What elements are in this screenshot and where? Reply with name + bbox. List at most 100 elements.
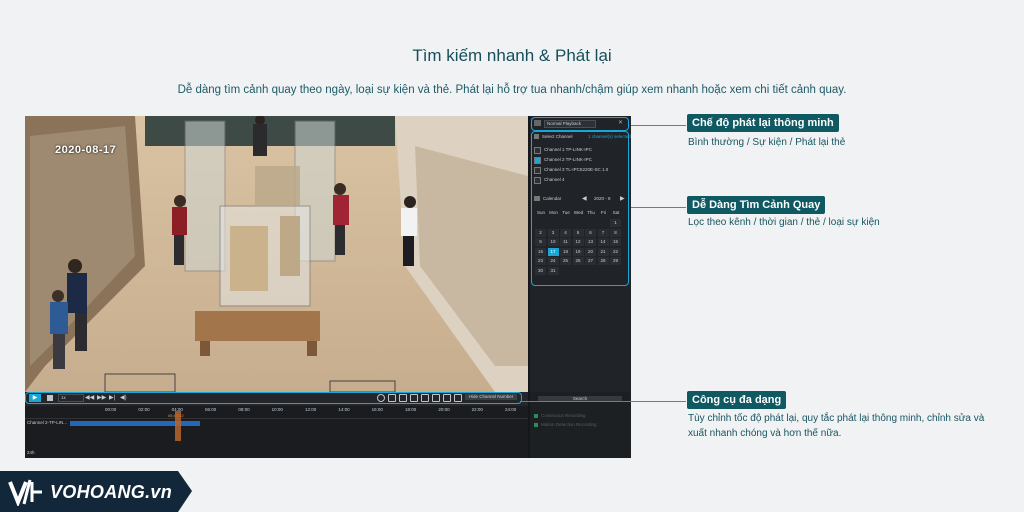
callout-desc-3b: xuất nhanh chóng và hơn thế nữa. xyxy=(688,428,842,439)
select-channel-label: Select Channel xyxy=(542,134,573,139)
calendar-prev-icon[interactable]: ◀ xyxy=(582,195,587,202)
callout-line-2 xyxy=(631,207,686,208)
legend-continuous-swatch xyxy=(534,414,538,418)
timeline-hour-label: 14:00 xyxy=(338,407,350,412)
timeline-hour-label: 00:00 xyxy=(105,407,117,412)
scissors-icon[interactable] xyxy=(421,394,429,402)
channel-item[interactable]: Channel 3 TL-IPC5220E-SC 1.0 xyxy=(534,166,626,174)
calendar-day[interactable]: 17 xyxy=(547,247,559,256)
timeline-hour-label: 22:00 xyxy=(471,407,483,412)
weekday-label: Tue xyxy=(562,210,570,215)
stop-square-icon[interactable] xyxy=(388,394,396,402)
timeline-hour-label: 02:00 xyxy=(138,407,150,412)
hide-channel-button[interactable]: Hide Channel Number xyxy=(465,394,517,400)
calendar-day[interactable]: 10 xyxy=(547,238,559,247)
calendar-day[interactable]: 25 xyxy=(560,257,571,266)
calendar-day[interactable]: 7 xyxy=(597,228,609,237)
calendar-day[interactable]: 24 xyxy=(547,257,559,266)
calendar-day[interactable]: 8 xyxy=(610,228,621,237)
channel-checkbox[interactable] xyxy=(534,177,541,184)
channel-label: Channel 1 TP-LINK-IPC xyxy=(544,147,592,152)
calendar-day[interactable]: 12 xyxy=(572,238,584,247)
calendar-day[interactable]: 26 xyxy=(572,257,584,266)
calendar-day[interactable]: 9 xyxy=(535,238,546,247)
legend-continuous: Continuous Recording xyxy=(541,413,586,418)
weekday-label: Wed xyxy=(573,210,584,215)
calendar-day[interactable]: 28 xyxy=(597,257,609,266)
timeline-channel-label: Channel 2-TP-LIN... xyxy=(27,420,68,425)
clock-icon[interactable] xyxy=(377,394,385,402)
channel-item[interactable]: Channel 4 xyxy=(534,176,626,184)
legend-motion: Motion Detection Recording xyxy=(541,422,597,427)
calendar-day[interactable]: 4 xyxy=(560,228,571,237)
grid-icon[interactable] xyxy=(432,394,440,402)
rewind-icon[interactable]: ◀◀ xyxy=(85,394,94,401)
calendar-icon xyxy=(534,196,540,201)
timeline-cursor[interactable] xyxy=(175,411,181,441)
calendar-day[interactable]: 23 xyxy=(535,257,546,266)
calendar-day[interactable]: 5 xyxy=(572,228,584,237)
calendar-day[interactable]: 18 xyxy=(560,247,571,256)
calendar-day[interactable]: 19 xyxy=(572,247,584,256)
fast-forward-icon[interactable]: ▶▶ xyxy=(97,394,106,401)
callout-line-3 xyxy=(520,401,686,402)
lock-icon[interactable] xyxy=(399,394,407,402)
calendar-day[interactable]: 20 xyxy=(585,247,596,256)
calendar-day[interactable]: 11 xyxy=(560,238,571,247)
channel-count: 1 channel(s) selected xyxy=(588,134,631,139)
timeline-hour-label: 12:00 xyxy=(305,407,317,412)
channel-checkbox[interactable] xyxy=(534,167,541,174)
channel-checkbox[interactable] xyxy=(534,147,541,154)
speed-select[interactable]: 1x xyxy=(58,394,84,402)
calendar-day[interactable]: 16 xyxy=(535,247,546,256)
channel-item[interactable]: Channel 1 TP-LINK-IPC xyxy=(534,146,626,154)
calendar-day[interactable] xyxy=(573,219,584,227)
calendar-day[interactable] xyxy=(548,219,559,227)
calendar-day[interactable] xyxy=(535,219,546,227)
tag-icon[interactable] xyxy=(410,394,418,402)
calendar-day[interactable]: 13 xyxy=(585,238,596,247)
calendar-day[interactable]: 27 xyxy=(585,257,596,266)
calendar-day[interactable]: 3 xyxy=(547,228,559,237)
calendar-day[interactable]: 31 xyxy=(547,267,559,275)
playback-mode-select[interactable]: Normal Playback xyxy=(544,120,596,128)
timeline-hour-label: 16:00 xyxy=(371,407,383,412)
calendar-day[interactable] xyxy=(560,219,571,227)
close-icon[interactable]: ✕ xyxy=(618,119,623,126)
calendar-day[interactable]: 6 xyxy=(585,228,596,237)
timeline-zoom[interactable]: 24h xyxy=(27,450,35,455)
calendar-day[interactable]: 15 xyxy=(610,238,621,247)
channel-label: Channel 2 TP-LINK-IPC xyxy=(544,157,592,162)
date-overlay: 2020-08-17 xyxy=(55,144,117,156)
callout-title-1: Chế độ phát lại thông minh xyxy=(687,114,839,132)
calendar-day[interactable]: 22 xyxy=(610,247,621,256)
playback-mode-icon xyxy=(534,120,541,126)
timeline-hour-label: 20:00 xyxy=(438,407,450,412)
zoom-icon[interactable] xyxy=(443,394,451,402)
calendar-day[interactable]: 2 xyxy=(535,228,546,237)
frame-step-icon[interactable]: ▶| xyxy=(109,394,115,401)
fullscreen-icon[interactable] xyxy=(454,394,462,402)
playback-control-bar: ▶ 1x ◀◀ ▶▶ ▶| ◀) Hide Channel Number xyxy=(25,392,528,406)
calendar-next-icon[interactable]: ▶ xyxy=(620,195,625,202)
calendar-day[interactable]: 14 xyxy=(597,238,609,247)
calendar-day[interactable] xyxy=(598,219,609,227)
channel-label: Channel 3 TL-IPC5220E-SC 1.0 xyxy=(544,167,609,172)
page-subtitle: Dễ dàng tìm cảnh quay theo ngày, loại sự… xyxy=(177,84,847,96)
calendar-day[interactable]: 30 xyxy=(535,267,546,275)
calendar-day[interactable] xyxy=(585,219,596,227)
calendar-day[interactable]: 29 xyxy=(610,257,621,266)
calendar-day[interactable]: 1 xyxy=(610,219,621,227)
play-button[interactable]: ▶ xyxy=(29,394,41,402)
calendar-day[interactable]: 21 xyxy=(597,247,609,256)
volume-icon[interactable]: ◀) xyxy=(120,394,127,401)
channel-checkbox[interactable] xyxy=(534,157,541,164)
weekday-label: Mon xyxy=(549,210,558,215)
stop-button[interactable] xyxy=(47,395,53,401)
channel-item[interactable]: Channel 2 TP-LINK-IPC xyxy=(534,156,626,164)
video-view[interactable]: 2020-08-17 xyxy=(25,116,528,392)
tool-icons xyxy=(377,394,467,402)
callout-desc-3a: Tùy chỉnh tốc độ phát lại, quy tắc phát … xyxy=(688,413,985,424)
timeline[interactable]: 00:00 02:00 04:00 06:00 08:00 10:00 12:00 14:00… xyxy=(25,406,528,458)
callout-desc-1: Bình thường / Sự kiện / Phát lại thẻ xyxy=(688,137,846,148)
